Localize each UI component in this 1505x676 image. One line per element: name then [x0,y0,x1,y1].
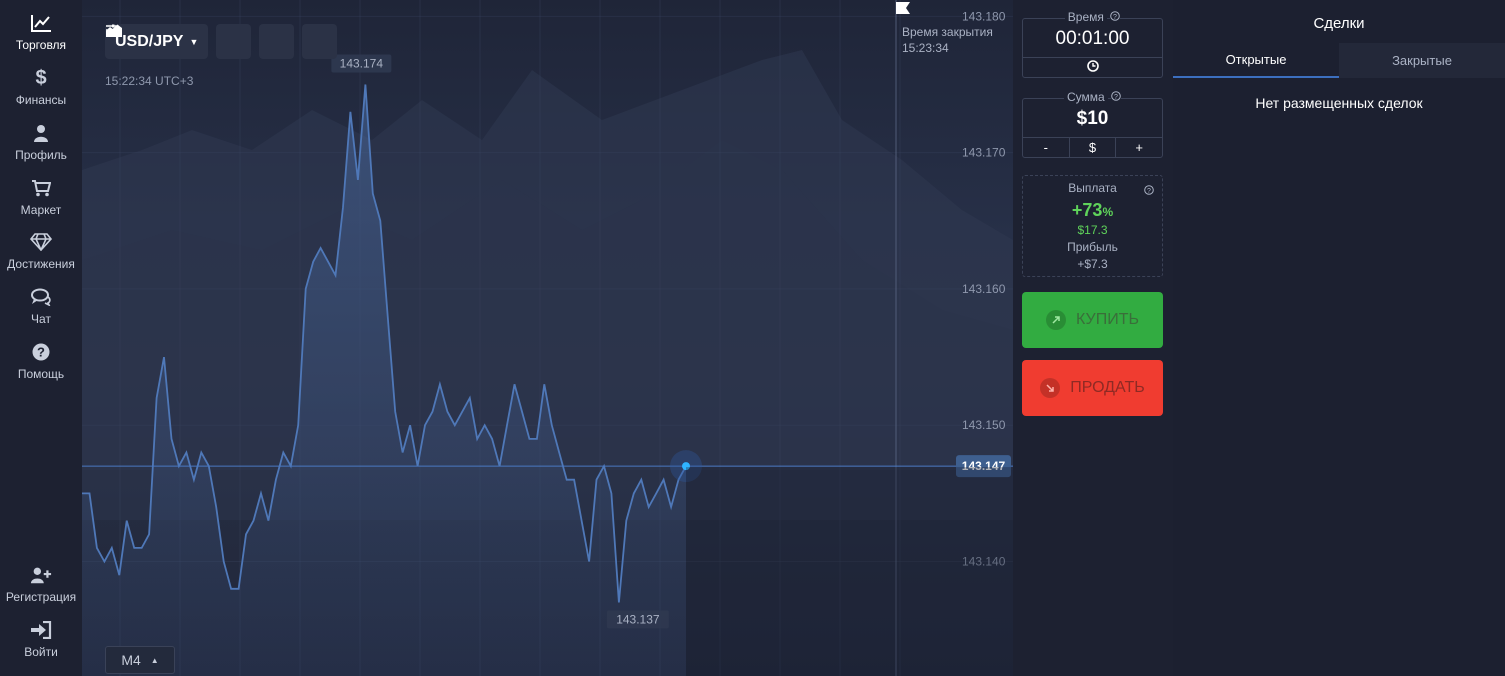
trading-app: Торговля $ Финансы Профиль Маркет Достиж… [0,0,1505,676]
currency-button[interactable]: $ [1068,138,1116,157]
amount-label-wrap: Сумма ? [1023,90,1162,104]
time-mode-button[interactable] [1023,58,1162,77]
buy-label: КУПИТЬ [1076,311,1139,328]
deals-title: Сделки [1313,15,1365,32]
help-icon: ? [1110,10,1121,24]
deals-tabs: Открытые Закрытые [1173,43,1505,78]
time-mode-row [1023,57,1162,77]
amount-input[interactable]: $10 [1023,108,1162,130]
arrow-down-right-icon [1040,378,1061,398]
sidebar-item-register[interactable]: Регистрация [0,562,82,614]
chart-area[interactable]: 143.180 143.170 143.160 143.150 143.140 143.1… [82,0,1013,676]
drawing-tools-button[interactable] [106,24,338,59]
server-clock: 15:22:34 UTC+3 [105,74,194,88]
arrow-up-right-icon [1046,310,1067,330]
time-label: Время [1064,10,1107,24]
payout-percent-value: +73 [1071,200,1103,220]
expiration-time-input[interactable]: 00:01:00 [1023,28,1162,50]
sidebar-item-chat[interactable]: Чат [0,284,82,336]
chat-icon [30,286,52,308]
diamond-icon [30,231,52,253]
sidebar-item-label: Торговля [15,38,67,52]
timeframe-selector[interactable]: M4 ▲ [105,646,175,674]
tab-open-deals[interactable]: Открытые [1173,43,1339,78]
cart-icon [30,177,52,199]
sell-button[interactable]: ПРОДАТЬ [1022,360,1163,416]
sidebar-item-achievements[interactable]: Достижения [0,229,82,281]
chart-toolbar: USD/JPY ▼ [105,24,338,59]
expiration-label: Время закрытия 15:23:34 [902,24,993,56]
sidebar-item-market[interactable]: Маркет [0,175,82,227]
add-user-icon [30,564,52,586]
timeframe-label: M4 [121,652,141,668]
chart-line-icon [30,12,52,34]
trade-panel: Время ? 00:01:00 Сумма ? $10 - $ + Выпла… [1013,0,1173,676]
expiration-title: Время закрытия [902,25,993,39]
min-price-label: 143.137 [616,612,660,626]
sidebar-item-label: Маркет [20,203,62,217]
sidebar-item-label: Чат [31,312,51,326]
sidebar-item-login[interactable]: Войти [0,617,82,669]
expiration-time: 15:23:34 [902,41,949,55]
y-tick-label: 143.180 [962,9,1006,23]
sidebar-item-label: Достижения [7,257,75,271]
decrease-amount-button[interactable]: - [1023,138,1069,157]
payout-percent-sign: % [1102,205,1114,219]
asset-pair-label: USD/JPY [115,32,184,50]
svg-text:?: ? [1147,188,1151,195]
payout-amount: $17.3 [1077,223,1108,237]
buy-button[interactable]: КУПИТЬ [1022,292,1163,348]
help-icon: ? [1111,90,1122,104]
y-tick-label: 143.160 [962,282,1006,296]
sidebar-item-label: Войти [24,645,58,659]
sidebar: Торговля $ Финансы Профиль Маркет Достиж… [0,0,82,676]
svg-text:?: ? [37,345,45,360]
flag-icon [896,2,910,14]
caret-up-icon: ▲ [150,655,159,665]
caret-down-icon: ▼ [189,36,199,47]
dollar-icon: $ [35,66,47,89]
help-icon: ? [1144,182,1154,200]
max-price-label: 143.174 [340,57,384,71]
help-icon: ? [30,341,52,363]
time-label-wrap: Время ? [1023,10,1162,24]
profit-label: Прибыль [1067,240,1118,254]
payout-percent: +73% [1023,200,1162,221]
sign-in-icon [30,619,52,641]
increase-amount-button[interactable]: + [1115,138,1162,157]
clock-icon [1086,60,1099,75]
payout-label: Выплата [1068,181,1117,195]
profit-value: +$7.3 [1077,257,1108,271]
y-tick-label: 143.170 [962,146,1006,160]
sidebar-item-label: Регистрация [5,590,77,604]
sidebar-item-label: Финансы [15,93,67,107]
payout-box: Выплата ? +73% $17.3 Прибыль +$7.3 [1022,175,1163,277]
amount-label: Сумма [1063,90,1108,104]
tab-closed-deals[interactable]: Закрытые [1339,43,1505,78]
amount-buttons: - $ + [1023,137,1162,157]
chart-type-button[interactable] [106,24,252,59]
sidebar-item-finance[interactable]: $ Финансы [0,65,82,117]
amount-box: Сумма ? $10 - $ + [1022,90,1163,158]
future-region [686,467,1013,676]
svg-text:?: ? [1113,14,1117,21]
y-tick-label: 143.150 [962,418,1006,432]
time-box: Время ? 00:01:00 [1022,10,1163,78]
sidebar-item-help[interactable]: ? Помощь [0,339,82,391]
sidebar-item-label: Профиль [15,148,67,162]
user-icon [30,122,52,144]
sidebar-item-profile[interactable]: Профиль [0,120,82,172]
sidebar-item-trading[interactable]: Торговля [0,10,82,62]
sidebar-item-label: Помощь [17,367,65,381]
deals-panel: Сделки Открытые Закрытые Нет размещенных… [1173,0,1505,676]
price-chart: 143.180143.170143.160143.150143.140143.1… [82,0,1013,676]
sell-label: ПРОДАТЬ [1070,379,1145,396]
empty-deals-message: Нет размещенных сделок [1255,95,1423,111]
svg-text:?: ? [1114,94,1118,101]
indicators-button[interactable] [106,24,295,59]
